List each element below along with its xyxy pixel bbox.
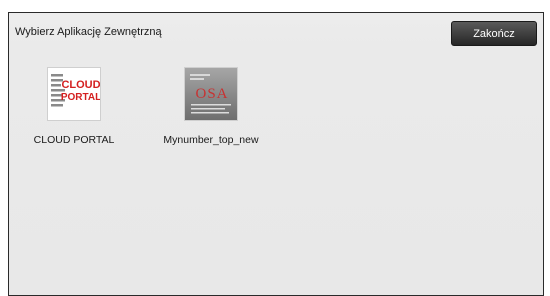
app-selection-screen: Wybierz Aplikację Zewnętrzną Zakończ CLO… (8, 12, 544, 296)
mynumber-icon-text: OSA (195, 86, 228, 102)
cloud-portal-icon: CLOUD PORTAL (48, 68, 101, 120)
cloud-portal-icon-text-2: PORTAL (61, 92, 100, 103)
cloud-portal-icon-text-1: CLOUD (61, 79, 100, 91)
app-label-cloud-portal: CLOUD PORTAL (33, 134, 115, 146)
page-title: Wybierz Aplikację Zewnętrzną (15, 26, 162, 38)
app-label-mynumber: Mynumber_top_new (163, 134, 259, 146)
app-tile-cloud-portal[interactable]: CLOUD PORTAL CLOUD PORTAL (15, 68, 133, 146)
app-tile-mynumber[interactable]: OSA Mynumber_top_new (152, 68, 270, 146)
exit-button[interactable]: Zakończ (451, 21, 537, 46)
mynumber-icon: OSA (185, 68, 237, 120)
